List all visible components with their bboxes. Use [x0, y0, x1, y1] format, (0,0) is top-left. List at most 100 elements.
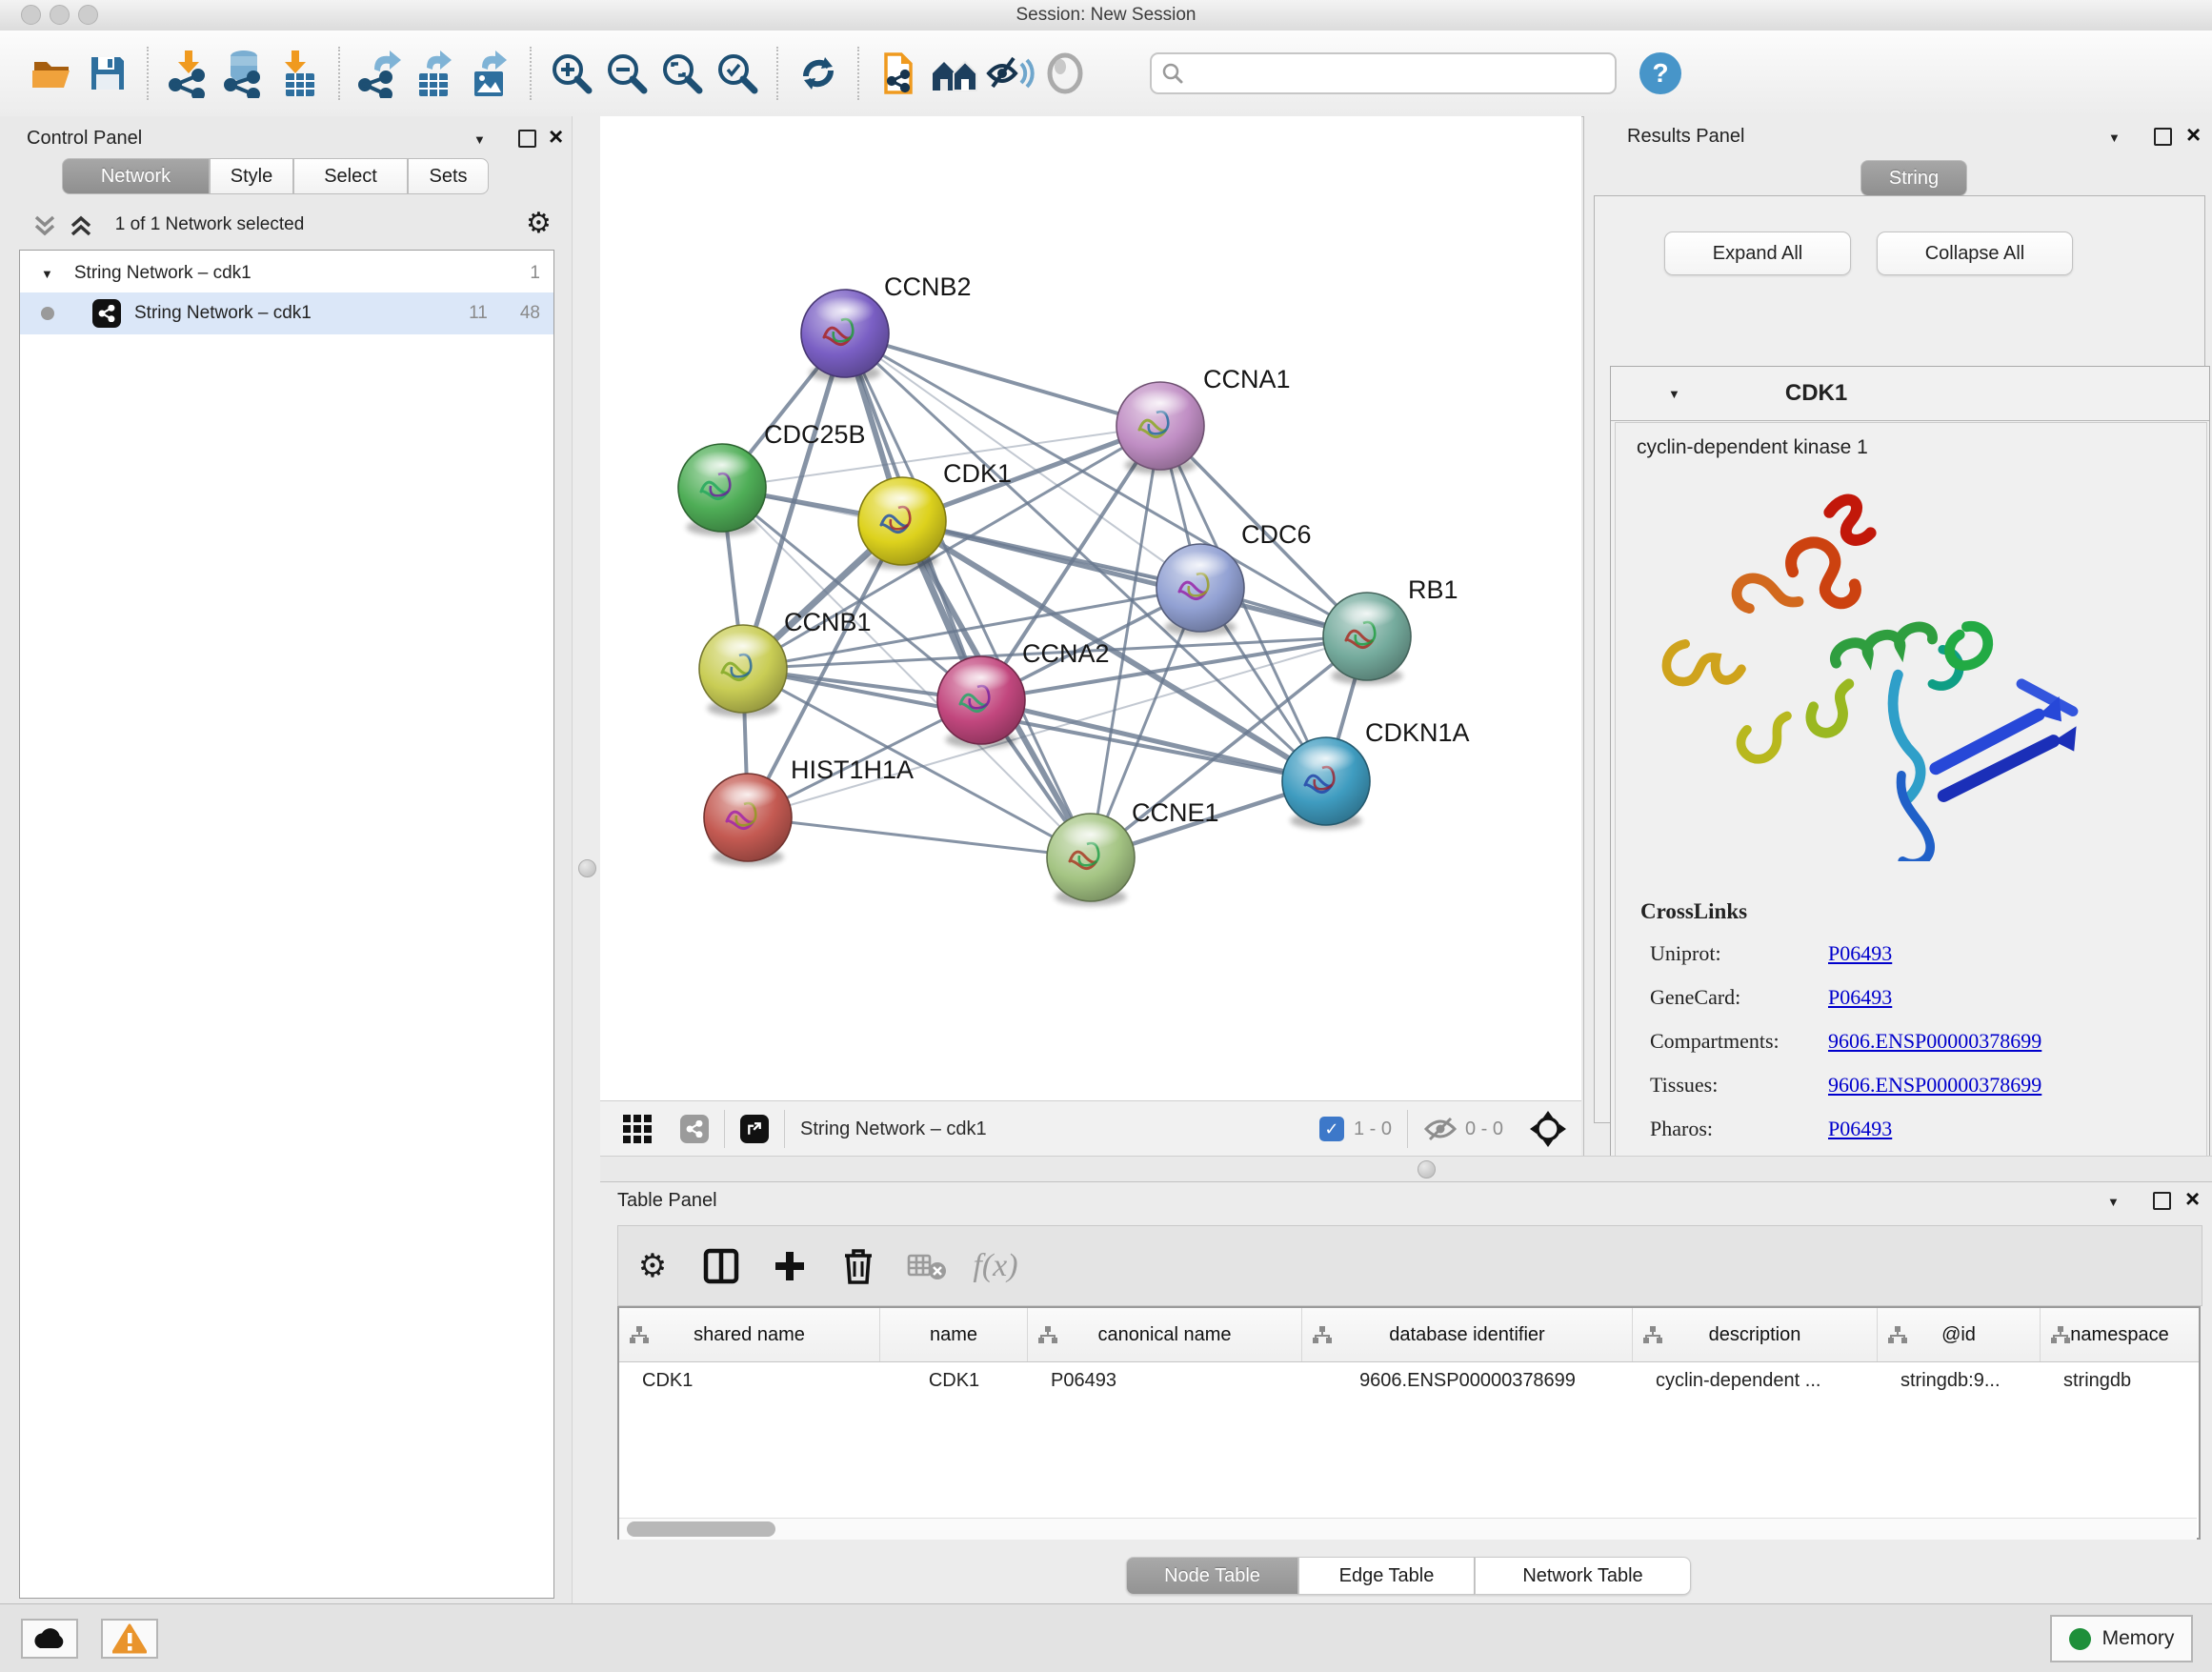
control-panel-float-icon[interactable] — [518, 130, 536, 148]
search-input[interactable] — [1192, 62, 1605, 85]
table-panel-float-icon[interactable] — [2153, 1192, 2171, 1210]
zoom-in-button[interactable] — [544, 46, 599, 101]
save-session-button[interactable] — [80, 46, 135, 101]
tab-network[interactable]: Network — [62, 158, 210, 194]
control-panel-close-icon[interactable]: × — [549, 130, 563, 144]
help-button[interactable]: ? — [1639, 52, 1681, 94]
column-header-canonical-name[interactable]: canonical name — [1028, 1308, 1302, 1361]
crosslink-link[interactable]: P06493 — [1828, 1117, 1892, 1141]
expand-all-button[interactable]: Expand All — [1664, 232, 1851, 275]
column-header-shared-name[interactable]: shared name — [619, 1308, 880, 1361]
string-home-button[interactable] — [927, 46, 982, 101]
network-view[interactable]: CCNB2CCNA1CDC25BCDK1CDC6RB1CCNB1CCNA2CDK… — [600, 116, 1581, 1100]
memory-button[interactable]: Memory — [2050, 1615, 2193, 1662]
node-table: shared name name canonical name database… — [617, 1306, 2201, 1540]
bottom-splitter[interactable] — [600, 1156, 2212, 1182]
node-label-CCNA2: CCNA2 — [1022, 639, 1110, 668]
network-options-gear-icon[interactable]: ⚙ — [526, 210, 552, 238]
network-node-CCNE1[interactable]: CCNE1 — [1047, 798, 1219, 906]
crosslink-label: Pharos: — [1616, 1117, 1828, 1141]
create-column-icon[interactable] — [755, 1248, 824, 1284]
cloud-icon — [30, 1625, 69, 1652]
network-node-RB1[interactable]: RB1 — [1323, 575, 1458, 685]
export-image-button[interactable] — [463, 46, 518, 101]
network-node-CDKN1A[interactable]: CDKN1A — [1282, 718, 1470, 830]
bottom-splitter-handle[interactable] — [1418, 1160, 1436, 1178]
tab-select[interactable]: Select — [293, 158, 408, 194]
results-panel-menu-caret[interactable]: ▼ — [2108, 131, 2121, 145]
results-panel-close-icon[interactable]: × — [2186, 128, 2201, 142]
import-table-button[interactable] — [271, 46, 327, 101]
bottom-status-bar: Memory — [0, 1603, 2212, 1672]
column-header-namespace[interactable]: namespace — [2041, 1308, 2199, 1361]
collapse-all-button[interactable]: Collapse All — [1877, 232, 2073, 275]
show-glass-button[interactable] — [1037, 46, 1093, 101]
selected-checkbox-icon[interactable]: ✓ — [1319, 1117, 1344, 1141]
network-node-CCNB2[interactable]: CCNB2 — [801, 272, 972, 382]
table-horizontal-scrollbar[interactable] — [619, 1518, 2197, 1540]
crosslink-link[interactable]: P06493 — [1828, 941, 1892, 966]
crosslink-link[interactable]: P06493 — [1828, 985, 1892, 1010]
left-splitter-handle[interactable] — [578, 859, 596, 877]
zoom-selected-button[interactable] — [710, 46, 765, 101]
table-panel-close-icon[interactable]: × — [2185, 1192, 2200, 1206]
crosslink-link[interactable]: 9606.ENSP00000378699 — [1828, 1029, 2041, 1054]
import-network-button[interactable] — [161, 46, 216, 101]
hidden-count: 0 - 0 — [1465, 1118, 1503, 1140]
results-panel-float-icon[interactable] — [2154, 128, 2172, 146]
warnings-button[interactable] — [101, 1619, 158, 1659]
apply-layout-button[interactable] — [791, 46, 846, 101]
collection-expand-caret[interactable]: ▼ — [41, 267, 53, 281]
zoom-fit-icon — [659, 50, 705, 96]
tab-sets[interactable]: Sets — [408, 158, 489, 194]
table-row[interactable]: CDK1 CDK1 P06493 9606.ENSP00000378699 cy… — [619, 1362, 2199, 1399]
column-header-database-identifier[interactable]: database identifier — [1302, 1308, 1633, 1361]
show-columns-icon[interactable] — [687, 1248, 755, 1284]
zoom-fit-button[interactable] — [654, 46, 710, 101]
network-node-CDK1[interactable]: CDK1 — [858, 459, 1012, 570]
network-node-CCNA1[interactable]: CCNA1 — [1116, 365, 1291, 474]
crosslink-link[interactable]: 9606.ENSP00000378699 — [1828, 1073, 2041, 1098]
cloud-status-button[interactable] — [21, 1619, 78, 1659]
hide-glass-button[interactable] — [982, 46, 1037, 101]
open-session-button[interactable] — [25, 46, 80, 101]
tab-style[interactable]: Style — [210, 158, 293, 194]
gene-entry-caret[interactable]: ▼ — [1668, 387, 1680, 401]
grid-view-icon[interactable] — [621, 1113, 654, 1145]
network-node-CDC25B[interactable]: CDC25B — [678, 420, 866, 536]
column-header-name[interactable]: name — [880, 1308, 1028, 1361]
zoom-in-icon — [549, 50, 594, 96]
tab-node-table[interactable]: Node Table — [1126, 1557, 1298, 1595]
column-header-id[interactable]: @id — [1878, 1308, 2041, 1361]
network-collection-row[interactable]: ▼ String Network – cdk1 1 — [20, 251, 553, 292]
table-options-gear-icon[interactable]: ⚙ — [618, 1252, 687, 1280]
detach-view-icon[interactable] — [740, 1115, 769, 1143]
column-header-description[interactable]: description — [1633, 1308, 1878, 1361]
crosslink-label: Tissues: — [1616, 1073, 1828, 1098]
export-table-button[interactable] — [408, 46, 463, 101]
table-panel-menu-caret[interactable]: ▼ — [2107, 1195, 2120, 1209]
export-network-button[interactable] — [352, 46, 408, 101]
network-column-icon — [1887, 1324, 1908, 1345]
network-graph[interactable]: CCNB2CCNA1CDC25BCDK1CDC6RB1CCNB1CCNA2CDK… — [600, 116, 1581, 1100]
zoom-out-button[interactable] — [599, 46, 654, 101]
network-node-HIST1H1A[interactable]: HIST1H1A — [704, 755, 914, 866]
network-row[interactable]: String Network – cdk1 11 48 — [20, 292, 553, 334]
hidden-eye-icon — [1423, 1116, 1458, 1142]
zoom-out-icon — [604, 50, 650, 96]
search-box[interactable] — [1150, 52, 1617, 94]
string-document-button[interactable] — [872, 46, 927, 101]
network-badge-icon[interactable] — [680, 1115, 709, 1143]
main-toolbar: ? — [0, 30, 2212, 117]
tab-string[interactable]: String — [1860, 160, 1967, 196]
birds-eye-icon[interactable] — [1528, 1109, 1568, 1149]
left-splitter[interactable] — [572, 116, 602, 1603]
tab-edge-table[interactable]: Edge Table — [1298, 1557, 1475, 1595]
scrollbar-thumb[interactable] — [627, 1521, 775, 1537]
network-node-count: 11 — [469, 303, 488, 324]
delete-column-icon[interactable] — [824, 1247, 893, 1285]
gene-entry-header[interactable]: ▼ CDK1 — [1611, 367, 2209, 421]
control-panel-menu-caret[interactable]: ▼ — [473, 132, 486, 147]
tab-network-table[interactable]: Network Table — [1475, 1557, 1691, 1595]
import-network-from-database-button[interactable] — [216, 46, 271, 101]
